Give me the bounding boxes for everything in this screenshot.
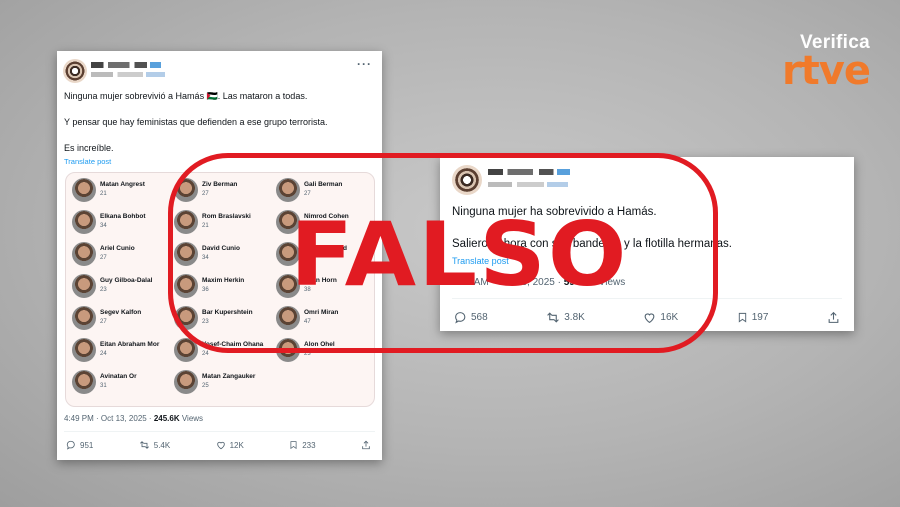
- person-age: 21: [100, 191, 107, 197]
- person-name: Ariel Cunio: [100, 245, 135, 252]
- like-button[interactable]: 12K: [216, 440, 244, 450]
- person-age: 27: [100, 319, 107, 325]
- share-icon: [828, 311, 839, 323]
- tweet-text-line3: Es increíble.: [64, 143, 114, 153]
- person-photo: [72, 178, 96, 202]
- person-card: Segev Kalfon 27: [70, 304, 170, 334]
- person-card: Matan Zangauker 25: [172, 368, 272, 398]
- author-avatar[interactable]: [63, 59, 87, 83]
- views-label: Views: [179, 414, 204, 423]
- bookmark-icon: [738, 312, 746, 323]
- person-photo: [174, 370, 198, 394]
- share-button[interactable]: [361, 440, 371, 450]
- view-count: 245.6K: [153, 414, 180, 423]
- tweet-text-line1: Ninguna mujer sobrevivió a Hamás 🇵🇸. Las…: [64, 91, 308, 101]
- person-name: Matan Zangauker: [202, 373, 256, 380]
- bookmark-button[interactable]: 233: [289, 440, 316, 450]
- action-bar: 951 5.4K 12K 233: [66, 440, 371, 450]
- repost-count: 5.4K: [153, 440, 171, 450]
- tweet-text-line2: Y pensar que hay feministas que defiende…: [64, 117, 328, 127]
- bookmark-button[interactable]: 197: [737, 311, 769, 324]
- tweet-meta: 4:49 PM · Oct 13, 2025 · 245.6K Views: [64, 414, 203, 423]
- reply-count: 951: [80, 440, 94, 450]
- person-age: 34: [100, 223, 107, 229]
- person-card: Elkana Bohbot 34: [70, 208, 170, 238]
- person-name: Segev Kalfon: [100, 309, 142, 316]
- person-name: Guy Gilboa-Dalal: [100, 277, 153, 284]
- like-count: 12K: [229, 440, 244, 450]
- person-card: Matan Angrest 21: [70, 176, 170, 206]
- person-photo: [72, 306, 96, 330]
- person-photo: [72, 210, 96, 234]
- person-name: Elkana Bohbot: [100, 213, 146, 220]
- person-age: 23: [100, 287, 107, 293]
- person-photo: [72, 338, 96, 362]
- bookmark-icon: [290, 441, 297, 450]
- reply-icon: [66, 440, 75, 450]
- bookmark-count: 233: [302, 440, 316, 450]
- person-card: Guy Gilboa-Dalal 23: [70, 272, 170, 302]
- brand-rtve: rtve: [781, 48, 871, 94]
- person-age: 25: [202, 383, 209, 389]
- repost-button[interactable]: 5.4K: [139, 440, 170, 450]
- person-name: Eitan Abraham Mor: [100, 341, 160, 348]
- share-button[interactable]: [827, 311, 840, 324]
- falso-stamp-label: FALSO: [290, 203, 629, 306]
- share-icon: [362, 440, 370, 450]
- verifica-rtve-logo: Verifica rtve: [781, 32, 871, 94]
- more-icon[interactable]: ···: [357, 57, 372, 71]
- reply-button[interactable]: 951: [66, 440, 93, 450]
- person-age: 24: [100, 351, 107, 357]
- author-handle-blurred[interactable]: [91, 72, 165, 77]
- person-photo: [72, 242, 96, 266]
- person-name: Matan Angrest: [100, 181, 145, 188]
- like-icon: [216, 441, 225, 450]
- repost-icon: [139, 441, 149, 449]
- person-age: 27: [100, 255, 107, 261]
- person-age: 31: [100, 383, 107, 389]
- person-age: 24: [202, 351, 209, 357]
- author-name-blurred[interactable]: [91, 62, 161, 68]
- person-card: Avinatan Or 31: [70, 368, 170, 398]
- translate-post-link[interactable]: Translate post: [64, 156, 111, 167]
- person-photo: [72, 370, 96, 394]
- person-card: Ariel Cunio 27: [70, 240, 170, 270]
- person-name: Avinatan Or: [100, 373, 137, 380]
- bookmark-count: 197: [751, 312, 769, 323]
- divider: [64, 431, 375, 432]
- tweet-timestamp[interactable]: 4:49 PM · Oct 13, 2025 ·: [64, 414, 154, 423]
- person-photo: [72, 274, 96, 298]
- person-card: Eitan Abraham Mor 24: [70, 336, 170, 366]
